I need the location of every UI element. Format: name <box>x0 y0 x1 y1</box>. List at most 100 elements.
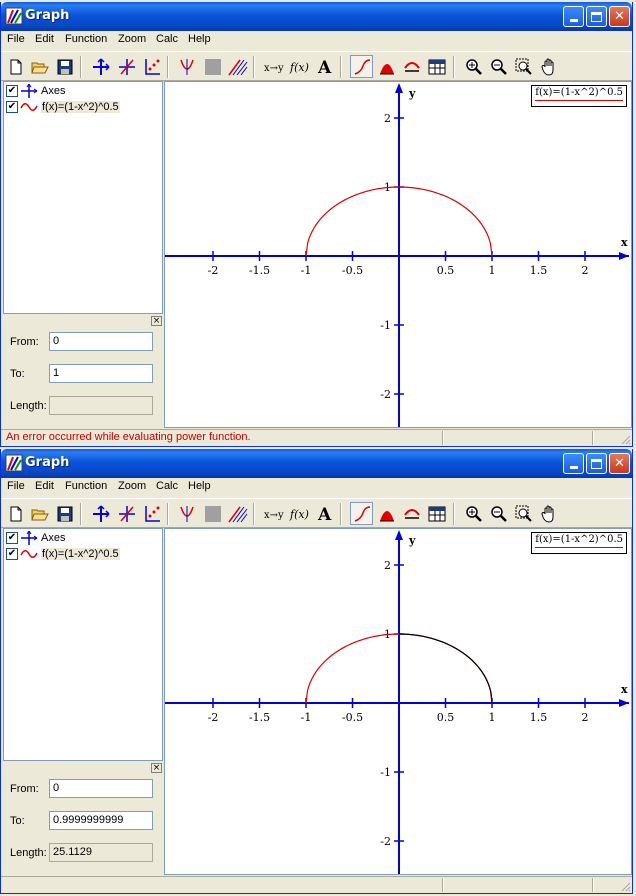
title-bar[interactable]: Graph ✕ <box>1 449 632 478</box>
insert-function-button[interactable] <box>115 502 138 525</box>
resize-grip-icon[interactable] <box>619 433 631 445</box>
open-folder-button[interactable] <box>28 502 51 525</box>
menu-edit[interactable]: Edit <box>35 33 54 45</box>
insert-label-button[interactable]: A <box>313 502 336 525</box>
from-field[interactable]: 0 <box>49 779 153 798</box>
menu-function[interactable]: Function <box>65 480 107 492</box>
path-length-panel: × From: 0 To: 0.9999999999 Length: 25.1129 <box>3 763 163 875</box>
insert-point-series-icon <box>143 505 161 523</box>
function-list-item[interactable]: ✔ Axes <box>6 83 65 99</box>
close-button[interactable]: ✕ <box>609 453 630 474</box>
resize-grip-icon[interactable] <box>619 880 631 892</box>
insert-tangent-button[interactable] <box>175 55 198 78</box>
graph-plot: -2 -1.5 -1 -0.5 0.5 1 1.5 221-1-2xy <box>165 530 629 874</box>
y-tick-label: -2 <box>380 835 391 848</box>
y-tick-label: 2 <box>384 559 391 572</box>
title-bar[interactable]: Graph ✕ <box>1 2 632 31</box>
menu-calc[interactable]: Calc <box>156 480 178 492</box>
axes-settings-button[interactable] <box>89 55 112 78</box>
function-list-item[interactable]: ✔ f(x)=(1-x^2)^0.5 <box>6 546 120 562</box>
path-length-button[interactable] <box>400 55 423 78</box>
menu-file[interactable]: File <box>7 480 25 492</box>
insert-shading-button[interactable] <box>201 55 224 78</box>
path-length-icon <box>403 58 421 76</box>
x-tick-label: 1.5 <box>530 711 548 724</box>
menu-zoom[interactable]: Zoom <box>118 33 146 45</box>
visibility-checkbox[interactable]: ✔ <box>6 101 18 113</box>
toolbar-separator <box>167 56 169 78</box>
to-field[interactable]: 1 <box>49 364 153 383</box>
open-folder-icon <box>30 59 49 75</box>
visibility-checkbox[interactable]: ✔ <box>6 548 18 560</box>
maximize-icon <box>591 458 602 469</box>
menu-help[interactable]: Help <box>188 480 211 492</box>
toolbar-separator <box>80 56 82 78</box>
insert-derivative-button[interactable]: f(x) <box>288 502 311 525</box>
insert-relation-button[interactable] <box>226 502 249 525</box>
panel-close-button[interactable]: × <box>151 763 162 773</box>
new-file-button[interactable] <box>4 502 27 525</box>
area-button[interactable] <box>375 55 398 78</box>
save-button[interactable] <box>53 502 76 525</box>
zoom-out-button[interactable] <box>487 502 510 525</box>
menu-edit[interactable]: Edit <box>35 480 54 492</box>
evaluate-xy-button[interactable]: x→y <box>262 502 285 525</box>
visibility-checkbox[interactable]: ✔ <box>6 85 18 97</box>
close-button[interactable]: ✕ <box>609 6 630 27</box>
zoom-square-button[interactable] <box>512 502 535 525</box>
menu-help[interactable]: Help <box>188 33 211 45</box>
new-file-button[interactable] <box>4 55 27 78</box>
evaluate-curve-button[interactable] <box>350 502 373 525</box>
x-tick-label: -1 <box>301 711 312 724</box>
minimize-button[interactable] <box>563 453 584 474</box>
menu-zoom[interactable]: Zoom <box>118 480 146 492</box>
graph-canvas[interactable]: -2 -1.5 -1 -0.5 0.5 1 1.5 2 2 1 -1 -2 x y f(x)=(1-x^2)… <box>164 528 632 875</box>
to-field[interactable]: 0.9999999999 <box>49 811 153 830</box>
axes-icon <box>20 83 38 98</box>
graph-canvas[interactable]: -2 -1.5 -1 -0.5 0.5 1 1.5 2 2 1 -1 -2 x y f(x)=(1-x^2)… <box>164 81 632 428</box>
zoom-in-button[interactable] <box>462 502 485 525</box>
maximize-button[interactable] <box>586 6 607 27</box>
toolbar-separator <box>453 503 455 525</box>
open-folder-button[interactable] <box>28 55 51 78</box>
pan-hand-button[interactable] <box>538 55 561 78</box>
function-list-item[interactable]: ✔ Axes <box>6 530 65 546</box>
path-length-button[interactable] <box>400 502 423 525</box>
evaluate-xy-button[interactable]: x→y <box>262 55 285 78</box>
panel-close-button[interactable]: × <box>151 316 162 326</box>
pan-hand-button[interactable] <box>538 502 561 525</box>
toolbar: x→y f(x) A <box>1 498 632 528</box>
insert-derivative-button[interactable]: f(x) <box>288 55 311 78</box>
zoom-square-button[interactable] <box>512 55 535 78</box>
zoom-in-button[interactable] <box>462 55 485 78</box>
insert-point-series-button[interactable] <box>140 55 163 78</box>
insert-label-button[interactable]: A <box>313 55 336 78</box>
menu-function[interactable]: Function <box>65 33 107 45</box>
zoom-out-button[interactable] <box>487 55 510 78</box>
save-button[interactable] <box>53 55 76 78</box>
function-list-label: f(x)=(1-x^2)^0.5 <box>41 548 120 560</box>
menu-calc[interactable]: Calc <box>156 33 178 45</box>
insert-tangent-button[interactable] <box>175 502 198 525</box>
area-button[interactable] <box>375 502 398 525</box>
function-list-item[interactable]: ✔ f(x)=(1-x^2)^0.5 <box>6 99 120 115</box>
insert-derivative-icon: f(x) <box>289 59 311 75</box>
insert-relation-button[interactable] <box>226 55 249 78</box>
axes-settings-button[interactable] <box>89 502 112 525</box>
legend[interactable]: f(x)=(1-x^2)^0.5 <box>531 532 627 554</box>
evaluate-curve-button[interactable] <box>350 55 373 78</box>
status-pane-divider <box>442 431 444 445</box>
menu-file[interactable]: File <box>7 33 25 45</box>
legend[interactable]: f(x)=(1-x^2)^0.5 <box>531 85 627 107</box>
insert-point-series-button[interactable] <box>140 502 163 525</box>
table-button[interactable] <box>425 502 448 525</box>
insert-shading-button[interactable] <box>201 502 224 525</box>
evaluate-curve-icon <box>353 505 371 523</box>
maximize-button[interactable] <box>586 453 607 474</box>
table-button[interactable] <box>425 55 448 78</box>
visibility-checkbox[interactable]: ✔ <box>6 532 18 544</box>
minimize-button[interactable] <box>563 6 584 27</box>
status-pane-divider <box>592 431 594 445</box>
insert-function-button[interactable] <box>115 55 138 78</box>
from-field[interactable]: 0 <box>49 332 153 351</box>
